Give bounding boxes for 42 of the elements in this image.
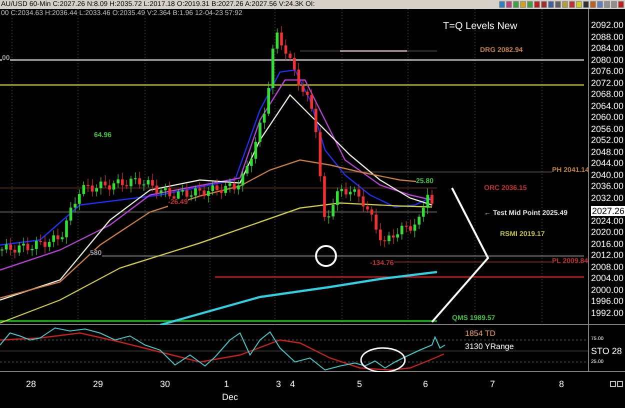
price-label: 2076.00 (591, 66, 624, 76)
chart-title: T=Q Levels New (443, 21, 518, 33)
indicator-name: STO 28 (591, 346, 622, 356)
price-label: 2088.00 (591, 32, 624, 42)
date-label: 8 (559, 379, 564, 389)
price-label: 2012.00 (591, 250, 624, 260)
price-label: 2084.00 (591, 43, 624, 54)
price-label: 2016.00 (591, 238, 624, 249)
price-label: 2024.00 (591, 216, 624, 226)
price-label: 2032.00 (591, 192, 624, 203)
date-label: 5 (357, 379, 362, 389)
price-label: 1996.00 (591, 296, 624, 306)
price-label: 2060.00 (591, 112, 624, 122)
price-label: 2036.00 (591, 181, 624, 192)
price-label: 2068.00 (591, 89, 624, 100)
price-label: 2004.00 (591, 273, 624, 284)
date-label: 6 (423, 379, 428, 389)
price-label: 2056.00 (591, 124, 624, 134)
date-label: 28 (26, 379, 36, 389)
date-label: 29 (93, 379, 104, 389)
price-label: 2000.00 (591, 284, 624, 295)
date-label: 3 (276, 379, 282, 389)
date-label: 4 (290, 379, 296, 389)
price-label: 2064.00 (591, 100, 624, 111)
date-label: 7 (490, 379, 496, 389)
month-label: Dec (222, 392, 238, 402)
price-label: 2008.00 (591, 262, 624, 272)
price-label: 2044.00 (591, 158, 624, 168)
indicator-reading: 1854 TD (465, 329, 497, 338)
current-price-label: 2027.26 (591, 206, 625, 216)
price-label: 2040.00 (591, 170, 624, 180)
price-label: 2052.00 (591, 135, 624, 146)
price-label: 2072.00 (591, 78, 624, 88)
date-label: 1 (224, 379, 230, 389)
date-label: 30 (160, 379, 170, 389)
price-label: 2048.00 (591, 146, 624, 157)
indicator-reading: 3130 YRange (465, 342, 514, 351)
circle-marker (315, 245, 337, 267)
price-label: 2092.00 (591, 20, 624, 30)
price-label: 2080.00 (591, 54, 624, 65)
price-label: 2020.00 (591, 227, 624, 238)
price-label: 1992.00 (591, 308, 624, 318)
